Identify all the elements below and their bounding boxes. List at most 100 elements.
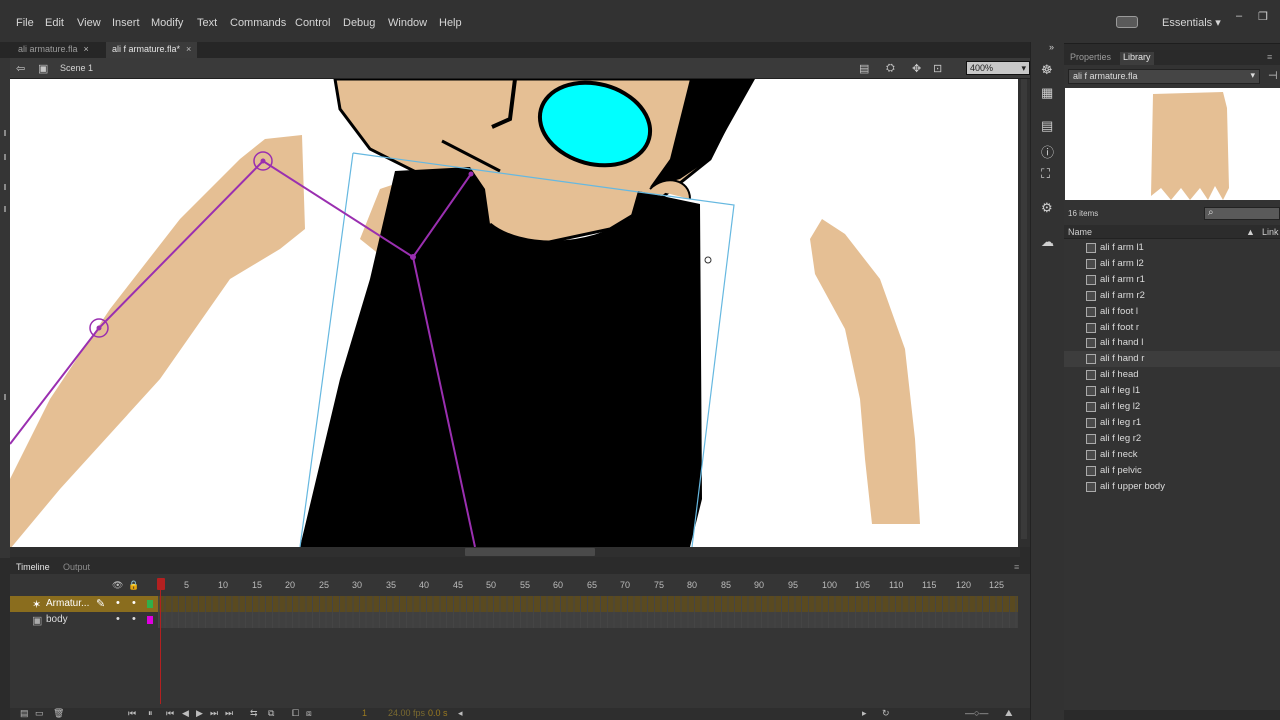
edit-symbol-icon[interactable]: ⛭ (886, 62, 895, 75)
scene-label[interactable]: Scene 1 (60, 63, 93, 73)
joint-dot[interactable] (410, 254, 416, 260)
edit-scene-icon[interactable]: ▤ (859, 62, 869, 75)
workspace-switcher[interactable]: Essentials ▾ (1162, 16, 1221, 29)
menu-help[interactable]: Help (439, 17, 462, 29)
onion-skin-icon[interactable]: ⧉ (268, 708, 274, 719)
outline-color-swatch[interactable] (147, 616, 153, 624)
menu-file[interactable]: File (16, 17, 34, 29)
stop-icon[interactable]: ⏸ (148, 708, 153, 719)
library-search-input[interactable]: ⌕ (1204, 207, 1280, 220)
panel-menu-icon[interactable]: ≡ (1014, 562, 1019, 572)
library-item[interactable]: ali f arm l2 (1064, 256, 1280, 272)
tab-ali-f-armature[interactable]: ali f armature.fla* × (106, 42, 198, 58)
library-item[interactable]: ali f arm l1 (1064, 240, 1280, 256)
creative-cloud-icon[interactable]: ☁ (1041, 234, 1054, 250)
layer-frames[interactable] (158, 596, 1018, 612)
pin-icon[interactable]: ⊣ (1268, 69, 1278, 82)
visibility-dot[interactable]: • (116, 597, 120, 609)
outline-color-swatch[interactable] (147, 600, 153, 608)
transform-icon[interactable]: ⛶ (1041, 166, 1050, 182)
close-icon[interactable]: × (84, 44, 89, 54)
playhead[interactable] (160, 578, 161, 704)
menu-text[interactable]: Text (197, 17, 217, 29)
loop-icon[interactable]: ⇆ (250, 708, 258, 719)
column-name[interactable]: Name (1068, 227, 1092, 237)
menu-edit[interactable]: Edit (45, 17, 64, 29)
zoom-select[interactable]: 400% ▾ (966, 61, 1030, 75)
components-icon[interactable]: ⚙ (1041, 200, 1053, 216)
scroll-left-icon[interactable]: ◂ (458, 708, 463, 719)
library-item[interactable]: ali f hand l (1064, 335, 1280, 351)
menu-insert[interactable]: Insert (112, 17, 140, 29)
stage-canvas[interactable] (10, 79, 1018, 547)
eye-icon[interactable]: 👁 (112, 580, 123, 591)
collapse-icon[interactable]: » (1049, 42, 1054, 52)
edit-multiple-icon[interactable]: ⧈ (306, 708, 312, 719)
stage-vertical-scrollbar[interactable] (1018, 79, 1030, 547)
restore-button[interactable]: ❐ (1258, 10, 1268, 23)
menu-modify[interactable]: Modify (151, 17, 183, 29)
last-frame-icon[interactable]: ⏭ (225, 708, 233, 719)
lock-dot[interactable]: • (132, 597, 136, 609)
visibility-dot[interactable]: • (116, 613, 120, 625)
tool-marker[interactable] (4, 154, 6, 160)
tab-ali-armature[interactable]: ali armature.fla × (12, 42, 95, 58)
layer-frames[interactable] (158, 612, 1018, 628)
onion-outline-icon[interactable]: ⧠ (292, 708, 299, 719)
library-item[interactable]: ali f foot r (1064, 320, 1280, 336)
align-icon[interactable]: ▤ (1041, 118, 1053, 134)
layer-row-armature[interactable]: ✶ Armatur... ✎ • • (10, 596, 1020, 612)
rewind-icon[interactable]: ⏮ (166, 708, 174, 719)
transform-point[interactable] (704, 256, 712, 264)
step-back-icon[interactable]: ◀ (182, 708, 189, 719)
joint-dot[interactable] (468, 171, 474, 177)
library-item[interactable]: ali f head (1064, 367, 1280, 383)
center-stage-icon[interactable]: ✥ (912, 62, 921, 75)
panel-menu-icon[interactable]: ≡ (1264, 52, 1275, 62)
library-item[interactable]: ali f arm r2 (1064, 288, 1280, 304)
library-item[interactable]: ali f hand r (1064, 351, 1280, 368)
layer-name[interactable]: body (46, 614, 68, 625)
delete-layer-icon[interactable]: 🗑 (53, 708, 64, 719)
new-folder-icon[interactable]: ▭ (35, 708, 44, 719)
library-item[interactable]: ali f neck (1064, 447, 1280, 463)
layer-name[interactable]: Armatur... (46, 598, 89, 609)
tool-marker[interactable] (4, 130, 6, 136)
tool-marker[interactable] (4, 184, 6, 190)
close-icon[interactable]: × (186, 44, 191, 54)
sort-icon[interactable]: ▲ (1246, 227, 1255, 237)
motion-editor-icon[interactable]: ☸ (1041, 62, 1053, 78)
tab-output[interactable]: Output (63, 562, 90, 572)
library-item[interactable]: ali f leg r1 (1064, 415, 1280, 431)
new-layer-icon[interactable]: ▤ (20, 708, 29, 719)
scroll-thumb[interactable] (465, 548, 595, 556)
current-frame[interactable]: 1 (362, 708, 367, 718)
tab-library[interactable]: Library (1120, 52, 1154, 65)
zoom-slider[interactable]: —○— (965, 708, 988, 718)
first-frame-icon[interactable]: ⏮ (128, 708, 136, 719)
play-icon[interactable]: ▶ (196, 708, 203, 719)
lock-icon[interactable]: 🔒 (128, 580, 139, 591)
lock-dot[interactable]: • (132, 613, 136, 625)
menu-debug[interactable]: Debug (343, 17, 375, 29)
playhead-handle[interactable] (157, 578, 165, 590)
step-forward-icon[interactable]: ⏭ (210, 708, 218, 719)
tool-marker[interactable] (4, 394, 6, 400)
grid-icon[interactable]: ▦ (1041, 85, 1053, 101)
library-item[interactable]: ali f pelvic (1064, 463, 1280, 479)
tab-properties[interactable]: Properties (1067, 52, 1114, 62)
back-arrow-icon[interactable]: ⇦ (16, 62, 25, 75)
layer-row-body[interactable]: ▣ body • • (10, 612, 1020, 628)
library-item[interactable]: ali f foot l (1064, 304, 1280, 320)
menu-commands[interactable]: Commands (230, 17, 286, 29)
scroll-thumb[interactable] (1021, 79, 1027, 539)
gamepad-icon[interactable] (1116, 16, 1138, 28)
library-document-select[interactable]: ali f armature.fla ▾ (1068, 69, 1260, 84)
library-item[interactable]: ali f upper body (1064, 479, 1280, 495)
library-item[interactable]: ali f leg r2 (1064, 431, 1280, 447)
menu-view[interactable]: View (77, 17, 101, 29)
column-linkage[interactable]: Link (1262, 227, 1279, 237)
refresh-icon[interactable]: ↻ (882, 708, 890, 719)
clip-stage-icon[interactable]: ⊡ (933, 62, 942, 75)
library-item[interactable]: ali f leg l1 (1064, 383, 1280, 399)
